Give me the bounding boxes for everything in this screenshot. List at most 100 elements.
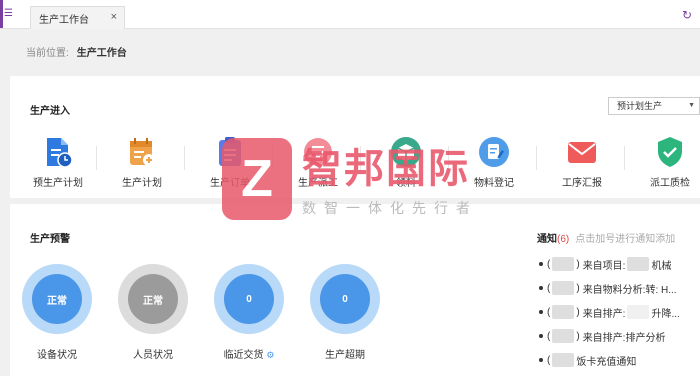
notice-item[interactable]: ( 饭卡充值通知 bbox=[539, 348, 699, 372]
shield-check-icon bbox=[654, 136, 686, 168]
section-title-warning: 生产预警 bbox=[30, 234, 70, 245]
notice-item[interactable]: () 来自排产: 升降... bbox=[539, 300, 699, 324]
select-value: 预计划生产 bbox=[617, 101, 663, 111]
divider bbox=[536, 146, 537, 170]
divider bbox=[184, 146, 185, 170]
entry-process-report[interactable]: 工序汇报 bbox=[538, 136, 626, 189]
redacted-text bbox=[627, 257, 650, 271]
gauge-label: 设备状况 bbox=[37, 350, 77, 361]
notice-text: 转: H... bbox=[645, 284, 677, 296]
gauge-label: 生产超期 bbox=[325, 350, 365, 361]
tab-bar: ☰ 生产工作台 × ↻ bbox=[0, 0, 700, 29]
bullet bbox=[539, 334, 543, 338]
clipboard-icon bbox=[214, 136, 246, 168]
breadcrumb: 当前位置: 生产工作台 bbox=[26, 44, 127, 59]
plan-type-select[interactable]: 预计划生产 ▼ bbox=[608, 97, 700, 115]
gauge-value: 正常 bbox=[128, 274, 178, 324]
notice-count: (6) bbox=[557, 234, 570, 245]
production-entry-card: 生产进入 预计划生产 ▼ 预生产计划 生产计划 生产订单 生产派工 领料 物料登… bbox=[10, 76, 700, 198]
settings-gear-icon[interactable]: ⚙ bbox=[266, 350, 274, 360]
close-icon[interactable]: × bbox=[111, 11, 117, 23]
calendar-plus-icon bbox=[126, 136, 158, 168]
paren-open: ( bbox=[547, 330, 551, 342]
gauge-label: 临近交货 bbox=[223, 350, 264, 361]
entry-label: 领料 bbox=[396, 178, 416, 189]
redacted-sender bbox=[552, 353, 575, 367]
divider bbox=[96, 146, 97, 170]
paren-close: ) bbox=[576, 258, 580, 270]
paren-open: ( bbox=[547, 306, 551, 318]
gauge-value: 0 bbox=[320, 274, 370, 324]
notice-text: 机械 bbox=[651, 260, 672, 272]
divider bbox=[272, 146, 273, 170]
entry-label: 生产订单 bbox=[210, 178, 250, 189]
notice-text: 升降... bbox=[651, 308, 680, 320]
paren-open: ( bbox=[547, 258, 551, 270]
notice-item[interactable]: () 来自物料分析: 转: H... bbox=[539, 276, 699, 300]
gauge-production-overdue[interactable]: 0 生产超期 bbox=[308, 264, 382, 361]
refresh-icon[interactable]: ↻ bbox=[682, 8, 692, 22]
entry-material-register[interactable]: 物料登记 bbox=[450, 136, 538, 189]
notice-title: 通知 bbox=[537, 234, 557, 245]
notice-prefix: 来自项目: bbox=[582, 260, 626, 272]
bullet bbox=[539, 310, 543, 314]
breadcrumb-label: 当前位置: bbox=[26, 48, 69, 59]
entry-label: 派工质检 bbox=[650, 178, 690, 189]
notice-item[interactable]: () 来自项目: 机械 bbox=[539, 252, 699, 276]
divider bbox=[448, 146, 449, 170]
notice-list: () 来自项目: 机械 () 来自物料分析: 转: H... () 来自排产: 升降.… bbox=[539, 252, 699, 372]
gauge-staff-status[interactable]: 正常 人员状况 bbox=[116, 264, 190, 361]
section-title-entry: 生产进入 bbox=[30, 106, 70, 117]
gauge-ring: 正常 bbox=[22, 264, 92, 334]
bullet bbox=[539, 262, 543, 266]
entry-production-order[interactable]: 生产订单 bbox=[186, 136, 274, 189]
notice-prefix: 来自排产: bbox=[582, 308, 626, 320]
chevron-down-icon: ▼ bbox=[688, 102, 695, 109]
notice-prefix: 来自物料分析: bbox=[582, 284, 646, 296]
entry-material-pick[interactable]: 领料 bbox=[362, 136, 450, 189]
notice-hint: 点击加号进行通知添加 bbox=[575, 234, 676, 245]
paren-close: ) bbox=[576, 330, 580, 342]
dispatch-icon bbox=[302, 136, 334, 168]
notice-item[interactable]: () 来自排产: 排产分析 bbox=[539, 324, 699, 348]
box-icon bbox=[390, 136, 422, 168]
gauge-equipment-status[interactable]: 正常 设备状况 bbox=[20, 264, 94, 361]
paren-close: ) bbox=[576, 306, 580, 318]
gauge-ring: 0 bbox=[310, 264, 380, 334]
redacted-sender bbox=[552, 305, 575, 319]
tab-label: 生产工作台 bbox=[39, 14, 89, 26]
mail-icon bbox=[566, 136, 598, 168]
entry-label: 预生产计划 bbox=[33, 178, 83, 189]
redacted-text bbox=[627, 305, 650, 319]
entry-label: 生产计划 bbox=[122, 178, 162, 189]
redacted-sender bbox=[552, 257, 575, 271]
edit-doc-icon bbox=[478, 136, 510, 168]
gauge-label: 人员状况 bbox=[133, 350, 173, 361]
production-warning-card: 生产预警 正常 设备状况 正常 人员状况 0 临近交货 ⚙ 0 生产超期 通知(… bbox=[10, 204, 700, 376]
gauge-near-delivery[interactable]: 0 临近交货 ⚙ bbox=[212, 264, 286, 361]
redacted-sender bbox=[552, 329, 575, 343]
paren-open: ( bbox=[547, 282, 551, 294]
paren-close: ) bbox=[576, 282, 580, 294]
gauge-label-row: 临近交货 ⚙ bbox=[212, 346, 286, 361]
gauge-ring: 正常 bbox=[118, 264, 188, 334]
bullet bbox=[539, 286, 543, 290]
entry-pre-production-plan[interactable]: 预生产计划 bbox=[14, 136, 102, 189]
entry-label: 生产派工 bbox=[298, 178, 338, 189]
gauge-ring: 0 bbox=[214, 264, 284, 334]
gauge-value: 正常 bbox=[32, 274, 82, 324]
menu-toggle-icon[interactable]: ☰ bbox=[0, 0, 14, 28]
bullet bbox=[539, 358, 543, 362]
entry-production-plan[interactable]: 生产计划 bbox=[98, 136, 186, 189]
entry-production-dispatch[interactable]: 生产派工 bbox=[274, 136, 362, 189]
redacted-sender bbox=[552, 281, 575, 295]
gauge-value: 0 bbox=[224, 274, 274, 324]
breadcrumb-current: 生产工作台 bbox=[76, 48, 127, 59]
tab-production-workbench[interactable]: 生产工作台 × bbox=[30, 6, 125, 29]
notice-header: 通知(6) 点击加号进行通知添加 bbox=[537, 230, 675, 245]
divider bbox=[624, 146, 625, 170]
entry-dispatch-inspection[interactable]: 派工质检 bbox=[626, 136, 700, 189]
notice-text: 饭卡充值通知 bbox=[576, 356, 637, 368]
entry-label: 工序汇报 bbox=[562, 178, 602, 189]
notice-text: 排产分析 bbox=[625, 332, 666, 344]
